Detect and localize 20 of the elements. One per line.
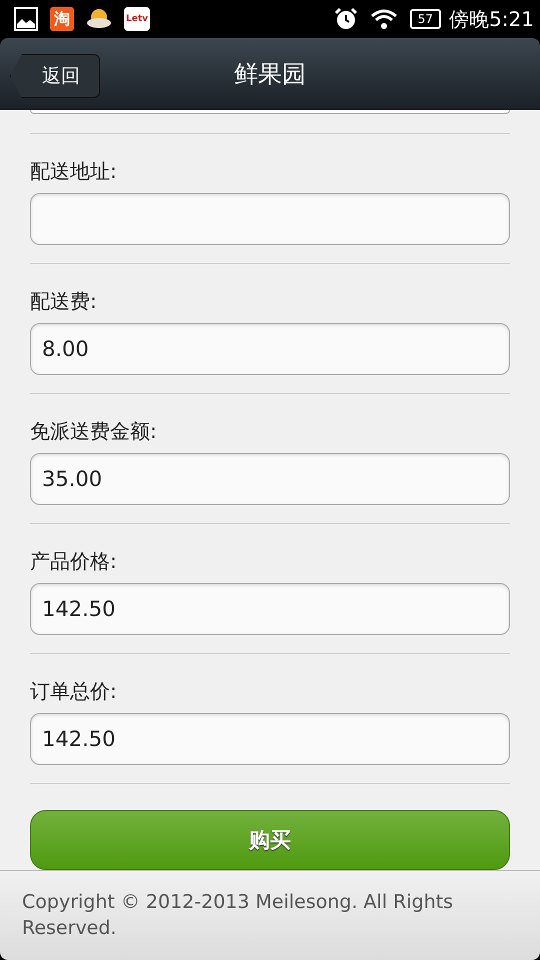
field-label: 免派送费金额: <box>30 418 158 444</box>
input-field[interactable]: 142.50 <box>30 583 510 635</box>
back-button[interactable]: 返回 <box>10 54 100 98</box>
input-field[interactable]: 8.00 <box>30 323 510 375</box>
weather-icon <box>86 7 112 31</box>
wifi-icon <box>370 8 398 30</box>
app-icon: Letv <box>124 7 150 31</box>
field-label: 产品价格: <box>30 548 118 574</box>
page-title: 鲜果园 <box>234 59 306 90</box>
battery-level: 57 <box>410 9 442 29</box>
copyright-text: Copyright © 2012-2013 Meilesong. All Rights Reserved. <box>22 890 454 941</box>
field-label: 配送地址: <box>30 158 118 184</box>
input-field[interactable]: 35.00 <box>30 453 510 505</box>
field-label: 配送费: <box>30 288 98 314</box>
field-label: 订单总价: <box>30 678 118 704</box>
clock-time: 傍晚5:21 <box>449 6 534 32</box>
image-icon <box>14 7 38 31</box>
app-icon: 淘 <box>50 7 74 31</box>
input-field[interactable]: 142.50 <box>30 713 510 765</box>
alarm-icon <box>334 7 358 31</box>
